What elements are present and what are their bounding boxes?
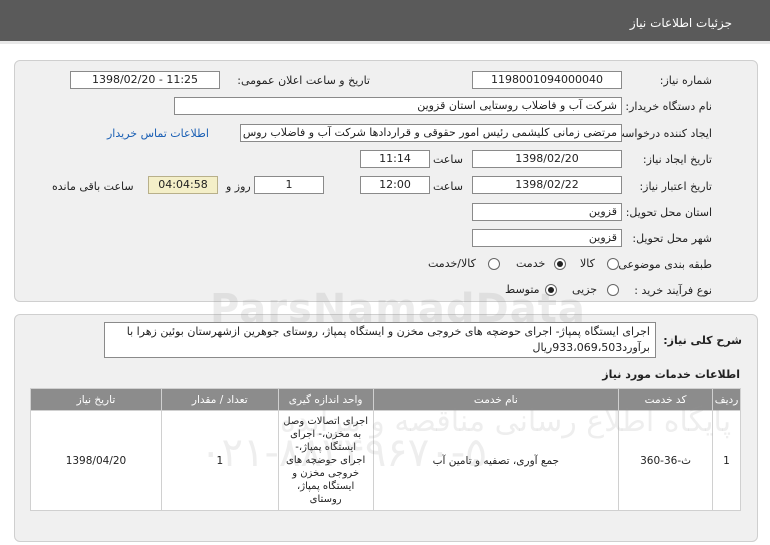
created-time-field: 11:14 <box>360 150 430 168</box>
province-field: قزوین <box>472 203 622 221</box>
buyer-field: شرکت آب و فاضلاب روستایی استان قزوین <box>174 97 622 115</box>
announce-label: تاریخ و ساعت اعلان عمومی: <box>237 74 370 87</box>
process-minor-radio[interactable] <box>607 284 619 296</box>
category-service-label: خدمت <box>516 257 546 270</box>
city-label: شهر محل تحویل: <box>632 232 712 245</box>
validity-time-label: ساعت <box>433 180 463 193</box>
category-goods-label: کالا <box>580 257 595 270</box>
header-bar: جزئیات اطلاعات نیاز <box>0 0 770 44</box>
announce-field: 1398/02/20 - 11:25 <box>70 71 220 89</box>
created-date-field: 1398/02/20 <box>472 150 622 168</box>
created-date-label: تاریخ ایجاد نیاز: <box>642 153 712 166</box>
validity-date-label: تاریخ اعتبار نیاز: <box>639 180 712 193</box>
remaining-time-field: 04:04:58 <box>148 176 218 194</box>
page-title: جزئیات اطلاعات نیاز <box>629 16 732 30</box>
category-goods-service-radio[interactable] <box>488 258 500 270</box>
cell-date: 1398/04/20 <box>30 410 162 511</box>
need-number-label: شماره نیاز: <box>659 74 712 87</box>
services-title: اطلاعات خدمات مورد نیاز <box>602 368 740 381</box>
validity-date-field: 1398/02/22 <box>472 176 622 194</box>
col-qty: تعداد / مقدار <box>160 388 279 411</box>
validity-days-label: روز و <box>226 180 251 193</box>
creator-label: ایجاد کننده درخواست: <box>610 127 712 140</box>
province-label: استان محل تحویل: <box>625 206 712 219</box>
created-time-label: ساعت <box>433 153 463 166</box>
validity-days-field: 1 <box>254 176 324 194</box>
category-label: طبقه بندی موضوعی: <box>614 258 712 271</box>
need-number-field: 1198001094000040 <box>472 71 622 89</box>
buyer-label: نام دستگاه خریدار: <box>625 100 712 113</box>
buyer-contact-link[interactable]: اطلاعات تماس خریدار <box>107 127 209 140</box>
col-date: تاریخ نیاز <box>30 388 162 411</box>
city-field: قزوین <box>472 229 622 247</box>
category-goods-radio[interactable] <box>607 258 619 270</box>
summary-text: اجرای ایستگاه پمپاژ- اجرای حوضچه های خرو… <box>104 322 656 358</box>
remaining-time-label: ساعت باقی مانده <box>52 180 134 193</box>
summary-label: شرح کلی نیاز: <box>663 334 742 347</box>
category-service-radio[interactable] <box>554 258 566 270</box>
validity-time-field: 12:00 <box>360 176 430 194</box>
process-label: نوع فرآیند خرید : <box>634 284 712 297</box>
category-goods-service-label: کالا/خدمت <box>428 257 476 270</box>
creator-field: مرتضی زمانی کلیشمی رئیس امور حقوقی و قرا… <box>240 124 622 142</box>
watermark-phone: ۰۲۱-۸۸۳۴۹۶۷۰-۵ <box>200 430 487 476</box>
